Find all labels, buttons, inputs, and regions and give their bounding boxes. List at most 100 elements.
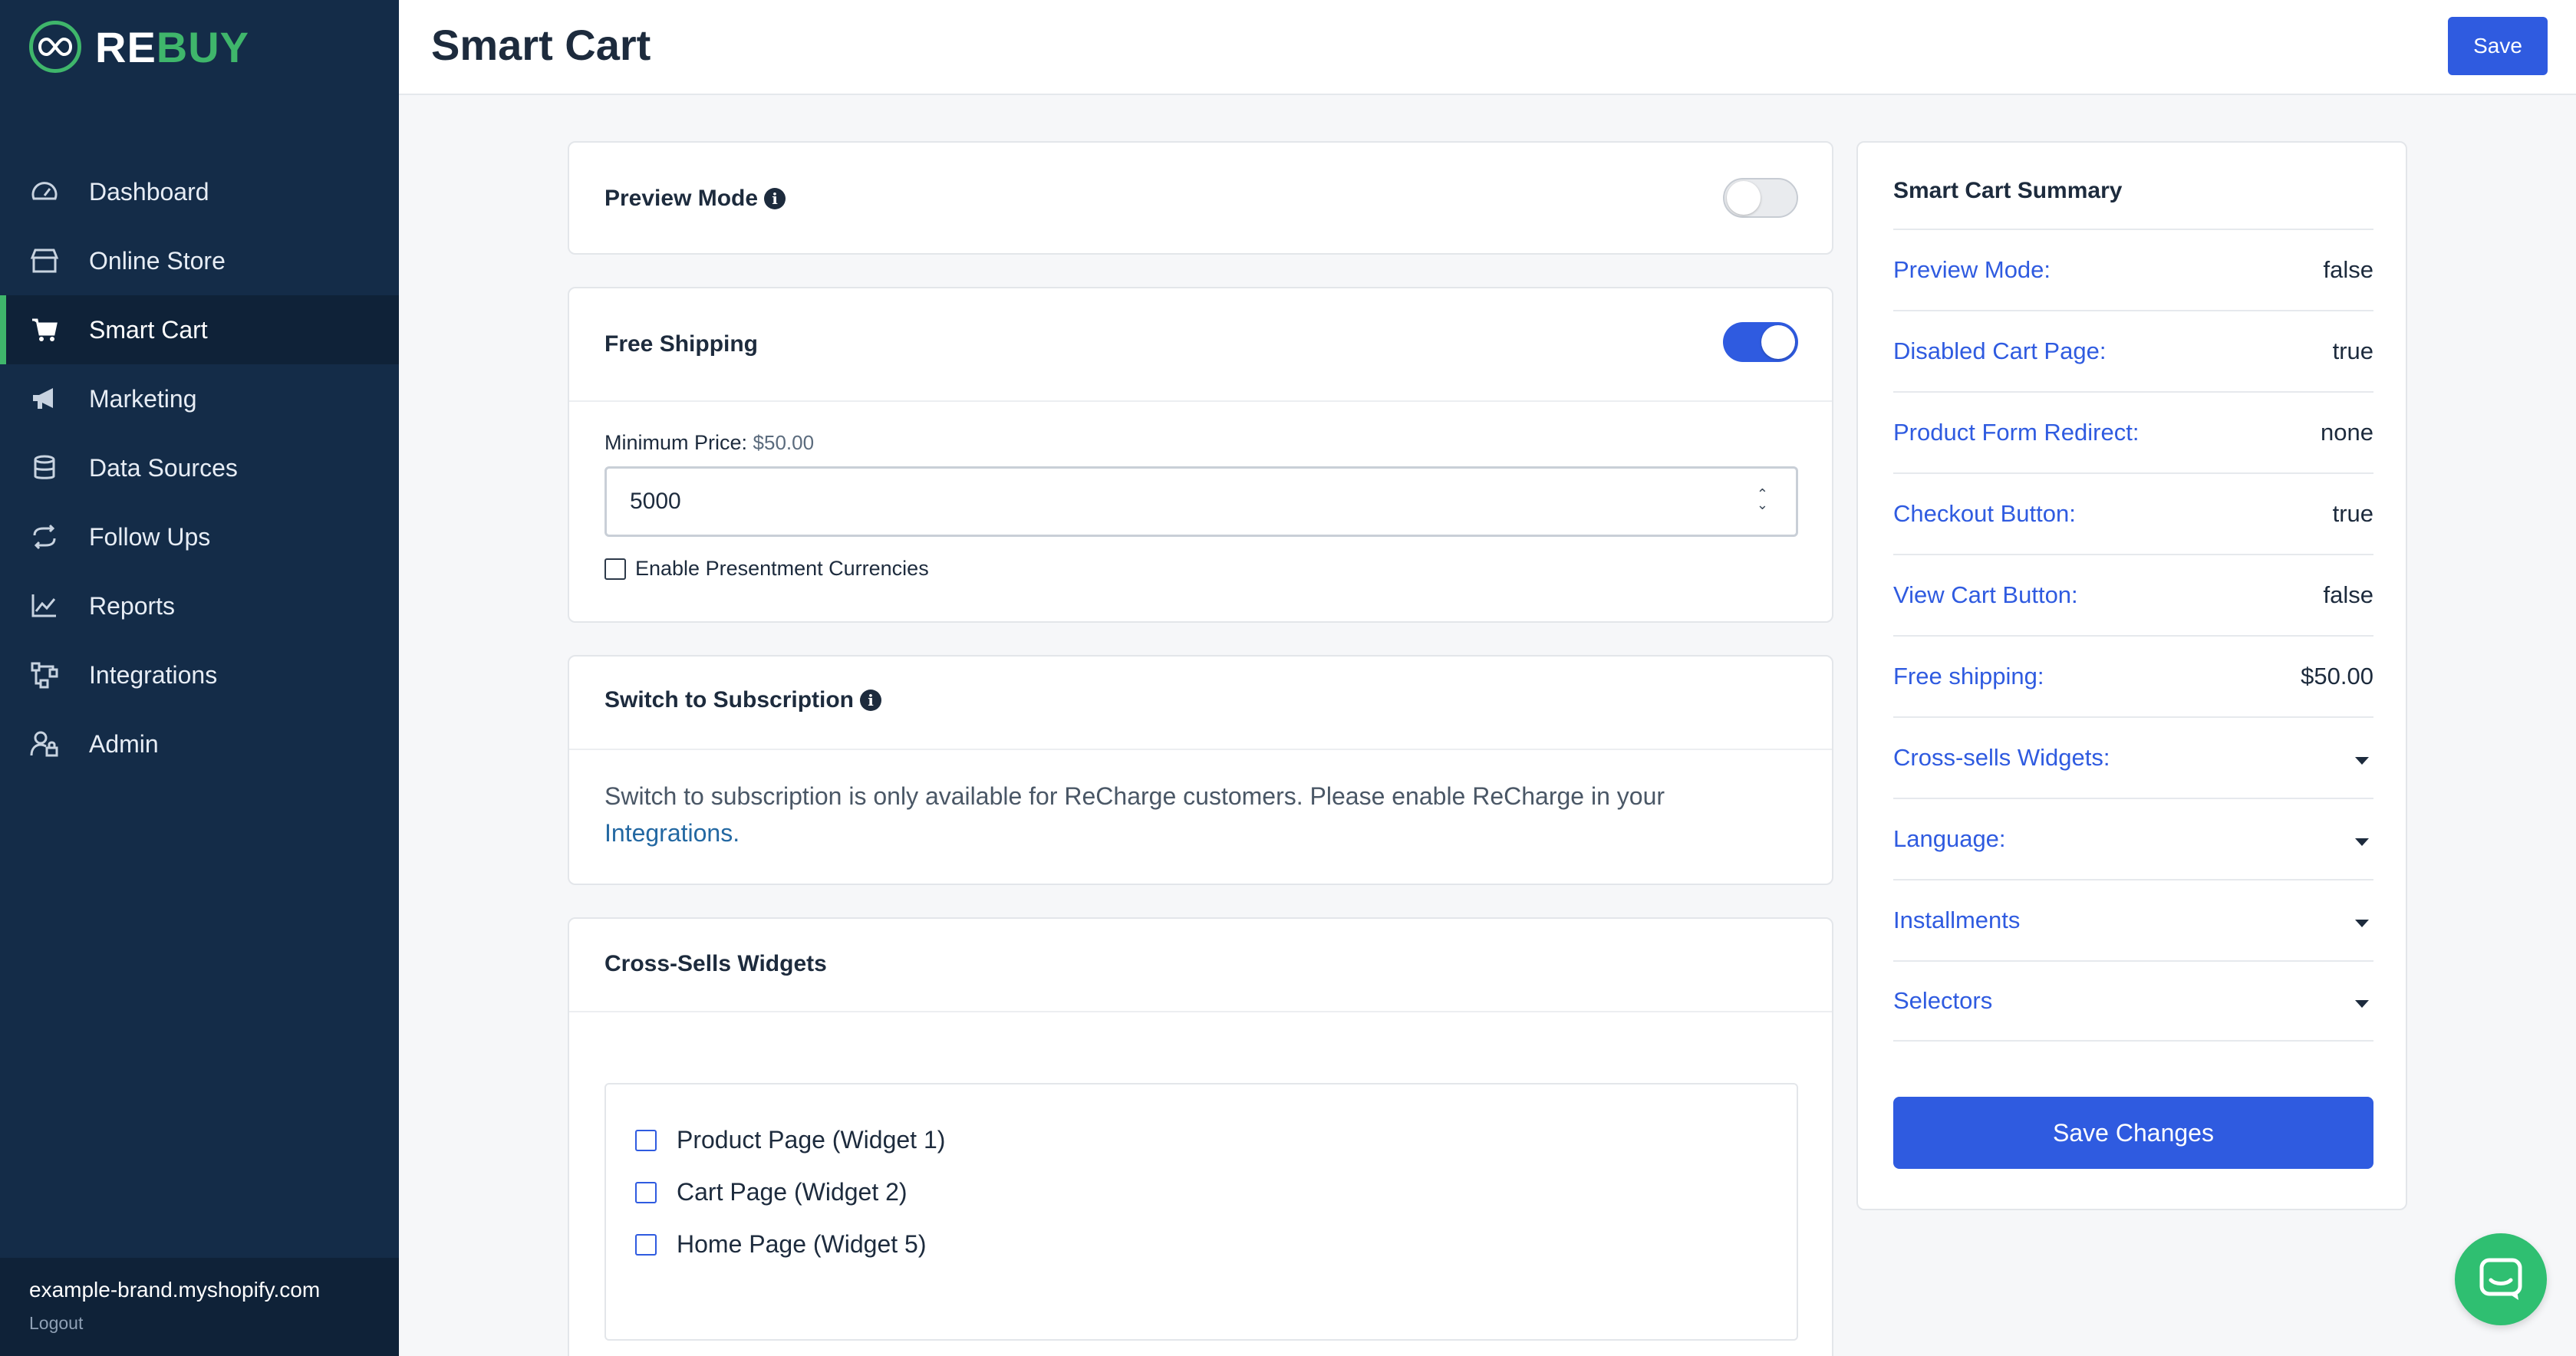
preview-mode-label: Preview Mode [604,186,759,211]
sidebar-item-label: Dashboard [89,177,209,206]
summary-value: $50.00 [2301,663,2373,690]
summary-row: Preview Mode: false [1893,229,2373,310]
sidebar-item-integrations[interactable]: Integrations [0,640,399,709]
save-changes-button[interactable]: Save Changes [1893,1097,2373,1169]
chat-icon [2479,1258,2522,1300]
widget-label: Product Page (Widget 1) [677,1126,946,1154]
sidebar-item-dashboard[interactable]: Dashboard [0,157,399,226]
preview-mode-toggle[interactable] [1723,178,1798,218]
sidebar-item-label: Admin [89,729,159,758]
sidebar-item-online-store[interactable]: Online Store [0,226,399,295]
toggle-knob [1727,181,1761,215]
free-shipping-toggle[interactable] [1723,322,1798,362]
caret-down-icon [2355,920,2369,927]
summary-value: true [2332,500,2373,527]
sidebar-item-reports[interactable]: Reports [0,571,399,640]
summary-key: Checkout Button: [1893,500,2076,527]
summary-key: Product Form Redirect: [1893,419,2140,446]
widget-checkbox[interactable] [635,1129,657,1151]
sidebar-footer: example-brand.myshopify.com Logout [0,1258,399,1356]
widget-option[interactable]: Cart Page (Widget 2) [635,1178,908,1206]
summary-key: Cross-sells Widgets: [1893,744,2110,771]
subscription-title: Switch to Subscription i [604,687,882,713]
sidebar-item-label: Data Sources [89,453,238,482]
integrations-link[interactable]: Integrations. [604,819,740,847]
minimum-price-value: 5000 [630,489,681,514]
sidebar-item-label: Online Store [89,246,226,275]
summary-key: Disabled Cart Page: [1893,337,2107,364]
widget-checkbox[interactable] [635,1233,657,1256]
widget-option[interactable]: Product Page (Widget 1) [635,1126,945,1154]
summary-key: Selectors [1893,987,1993,1014]
sidebar-item-label: Follow Ups [89,522,211,551]
summary-row: View Cart Button: false [1893,554,2373,635]
summary-key: Free shipping: [1893,663,2044,690]
page-title: Smart Cart [431,21,651,69]
free-shipping-card: Free Shipping Minimum Price: $50.00 5000… [568,287,1833,623]
sidebar-item-marketing[interactable]: Marketing [0,364,399,433]
rebuy-logo[interactable]: REBUY [29,20,249,74]
sidebar-item-admin[interactable]: Admin [0,709,399,778]
divider [569,400,1832,402]
subscription-message: Switch to subscription is only available… [604,778,1801,851]
logout-link[interactable]: Logout [29,1313,370,1334]
minimum-price-display: $50.00 [753,431,815,454]
summary-row: Disabled Cart Page: true [1893,310,2373,391]
top-bar: Smart Cart Save [399,0,2576,95]
chart-line-icon [29,591,60,621]
cross-sells-card: Cross-Sells Widgets Product Page (Widget… [568,917,1833,1356]
widget-label: Cart Page (Widget 2) [677,1178,908,1206]
free-shipping-title: Free Shipping [604,331,759,357]
summary-value: false [2323,256,2373,283]
preview-mode-title: Preview Mode i [604,186,786,212]
megaphone-icon [29,383,60,414]
sidebar-item-follow-ups[interactable]: Follow Ups [0,502,399,571]
cart-icon [29,314,60,345]
summary-value: true [2332,337,2373,364]
divider [569,749,1832,750]
summary-row-expandable[interactable]: Cross-sells Widgets: [1893,716,2373,798]
presentment-currencies-checkbox[interactable] [604,558,626,580]
info-icon[interactable]: i [860,690,882,711]
summary-row: Checkout Button: true [1893,472,2373,554]
sidebar-item-label: Integrations [89,660,218,689]
info-icon[interactable]: i [764,188,786,209]
sidebar-item-label: Reports [89,591,176,620]
summary-panel: Smart Cart Summary Preview Mode: false Di… [1856,141,2407,1210]
summary-row-expandable[interactable]: Installments [1893,879,2373,960]
sidebar-item-data-sources[interactable]: Data Sources [0,433,399,502]
summary-row: Free shipping: $50.00 [1893,635,2373,716]
caret-down-icon [2355,838,2369,846]
summary-row-expandable[interactable]: Language: [1893,798,2373,879]
minimum-price-input[interactable]: 5000 ⌃ ⌄ [604,466,1798,537]
summary-key: View Cart Button: [1893,581,2078,608]
presentment-currencies-label: Enable Presentment Currencies [635,557,929,580]
minimum-price-label: Minimum Price: $50.00 [604,431,814,455]
sidebar-item-label: Smart Cart [89,315,208,344]
save-button[interactable]: Save [2448,17,2548,75]
cross-sells-title: Cross-Sells Widgets [604,951,827,976]
widget-option[interactable]: Home Page (Widget 5) [635,1230,926,1259]
gauge-icon [29,176,60,207]
infinity-logo-icon [29,21,81,73]
subscription-card: Switch to Subscription i Switch to subsc… [568,655,1833,885]
caret-down-icon [2355,757,2369,765]
store-icon [29,245,60,276]
caret-down-icon [2355,1000,2369,1008]
presentment-currencies-option[interactable]: Enable Presentment Currencies [604,557,929,581]
summary-row-expandable[interactable]: Selectors [1893,960,2373,1042]
chat-launcher-button[interactable] [2455,1233,2547,1325]
widget-list: Product Page (Widget 1) Cart Page (Widge… [604,1083,1798,1341]
number-stepper-icon[interactable]: ⌃ ⌄ [1757,487,1768,512]
database-icon [29,453,60,483]
sidebar: REBUY Dashboard Online Store Smart Cart … [0,0,399,1356]
summary-key: Installments [1893,907,2021,933]
summary-rows: Preview Mode: false Disabled Cart Page: tr… [1893,229,2373,1042]
sidebar-item-smart-cart[interactable]: Smart Cart [0,295,399,364]
widget-checkbox[interactable] [635,1181,657,1203]
subscription-title-label: Switch to Subscription [604,687,855,713]
sidebar-item-label: Marketing [89,384,197,413]
preview-mode-card: Preview Mode i [568,141,1833,255]
divider [569,1011,1832,1012]
summary-title: Smart Cart Summary [1893,178,2123,203]
